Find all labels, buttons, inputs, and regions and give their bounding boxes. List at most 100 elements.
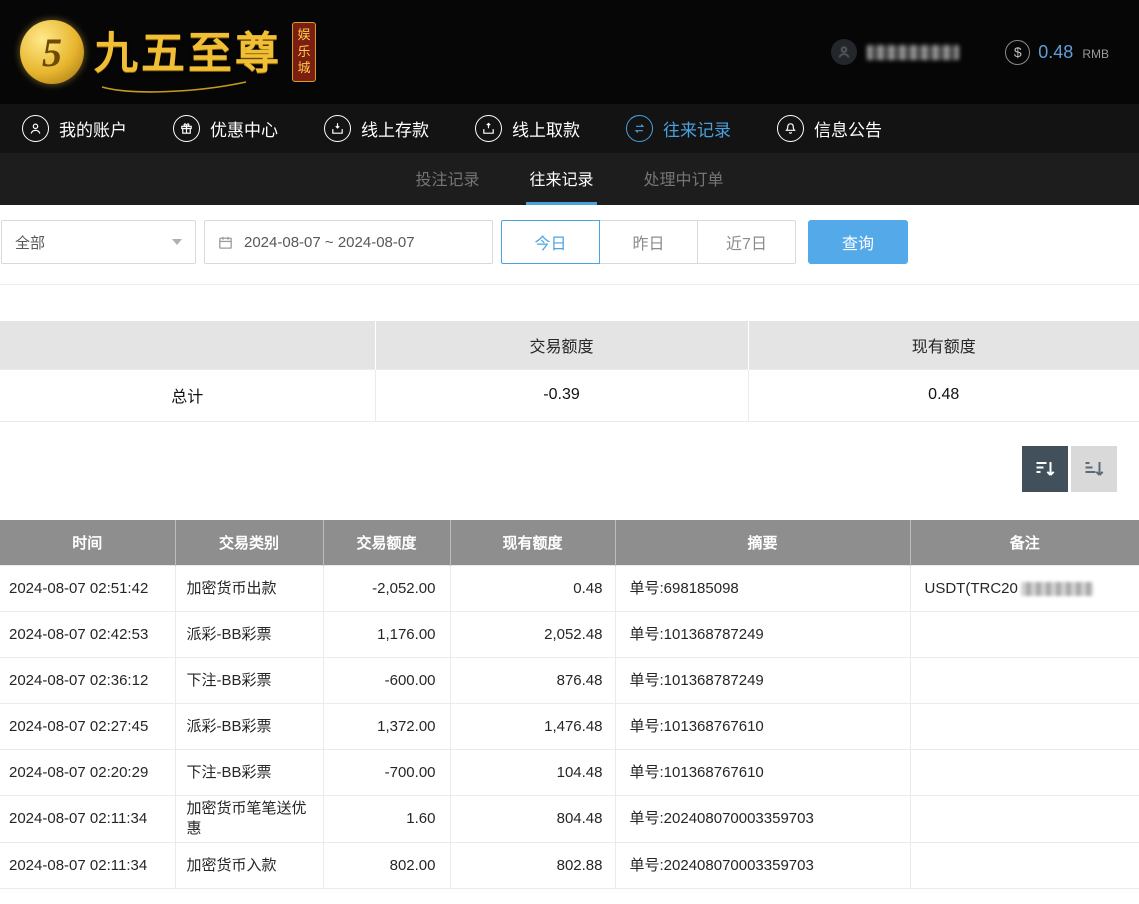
nav-item-withdraw[interactable]: 线上取款 xyxy=(475,115,580,142)
sort-asc-button[interactable] xyxy=(1071,446,1117,492)
remark-redacted xyxy=(1021,582,1093,596)
cell-remark: USDT(TRC20 xyxy=(910,566,1139,612)
cell-time: 2024-08-07 02:36:12 xyxy=(0,658,175,704)
logo-name: 九五至尊 xyxy=(94,29,282,78)
cell-amount: 1,372.00 xyxy=(323,704,450,750)
cell-category: 下注-BB彩票 xyxy=(175,750,323,796)
logo-badge: 娱乐城 xyxy=(292,22,316,83)
nav-item-promotions[interactable]: 优惠中心 xyxy=(173,115,278,142)
nav-item-announcements[interactable]: 信息公告 xyxy=(777,115,882,142)
user-avatar[interactable] xyxy=(831,39,857,65)
table-row: 2024-08-07 02:11:34 加密货币入款 802.00 802.88… xyxy=(0,843,1139,889)
cell-amount: 1.60 xyxy=(323,796,450,843)
cell-time: 2024-08-07 02:11:34 xyxy=(0,843,175,889)
top-header: 5 九五至尊 娱乐城 $ 0.48 RMB xyxy=(0,0,1139,104)
nav-item-label: 线上取款 xyxy=(512,116,580,141)
date-range-input[interactable]: 2024-08-07 ~ 2024-08-07 xyxy=(204,220,493,264)
quick-yesterday-button[interactable]: 昨日 xyxy=(599,220,698,264)
table-row: 2024-08-07 02:51:42 加密货币出款 -2,052.00 0.4… xyxy=(0,566,1139,612)
sort-controls xyxy=(0,422,1139,492)
table-header-row: 时间 交易类别 交易额度 现有额度 摘要 备注 xyxy=(0,520,1139,566)
withdraw-icon xyxy=(475,115,502,142)
summary-section: 交易额度 现有额度 总计 -0.39 0.48 xyxy=(0,321,1139,422)
nav-item-label: 我的账户 xyxy=(59,116,127,141)
cell-amount: -700.00 xyxy=(323,750,450,796)
cell-summary: 单号:101368787249 xyxy=(615,612,910,658)
filter-bar: 全部 2024-08-07 ~ 2024-08-07 今日 昨日 近7日 查询 xyxy=(0,205,1139,285)
cell-category: 派彩-BB彩票 xyxy=(175,612,323,658)
calendar-icon xyxy=(217,234,234,251)
nav-item-records[interactable]: 往来记录 xyxy=(626,115,731,142)
bell-icon xyxy=(777,115,804,142)
cell-remark xyxy=(910,843,1139,889)
sort-desc-button[interactable] xyxy=(1022,446,1068,492)
transfer-records-icon xyxy=(626,115,653,142)
search-button[interactable]: 查询 xyxy=(808,220,908,264)
cell-category: 加密货币入款 xyxy=(175,843,323,889)
logo-coin-icon: 5 xyxy=(20,20,84,84)
summary-header-blank xyxy=(0,321,375,369)
cell-amount: -600.00 xyxy=(323,658,450,704)
cell-balance: 2,052.48 xyxy=(450,612,615,658)
quick-last7days-button[interactable]: 近7日 xyxy=(697,220,796,264)
header-time: 时间 xyxy=(0,520,175,566)
balance-display: $ 0.48 RMB xyxy=(1005,40,1109,65)
type-select-value: 全部 xyxy=(15,232,45,253)
cell-remark xyxy=(910,750,1139,796)
cell-summary: 单号:101368787249 xyxy=(615,658,910,704)
tab-processing-orders[interactable]: 处理中订单 xyxy=(641,153,727,205)
main-nav: 我的账户 优惠中心 线上存款 线上取款 xyxy=(0,104,1139,153)
user-icon xyxy=(22,115,49,142)
cell-time: 2024-08-07 02:11:34 xyxy=(0,796,175,843)
summary-total-row: 总计 -0.39 0.48 xyxy=(0,369,1139,421)
cell-summary: 单号:202408070003359703 xyxy=(615,843,910,889)
remark-text: USDT(TRC20 xyxy=(925,580,1018,597)
table-row: 2024-08-07 02:42:53 派彩-BB彩票 1,176.00 2,0… xyxy=(0,612,1139,658)
quick-today-button[interactable]: 今日 xyxy=(501,220,600,264)
cell-time: 2024-08-07 02:20:29 xyxy=(0,750,175,796)
header-summary: 摘要 xyxy=(615,520,910,566)
nav-item-deposit[interactable]: 线上存款 xyxy=(324,115,429,142)
tab-betting-records[interactable]: 投注记录 xyxy=(412,153,482,205)
nav-item-my-account[interactable]: 我的账户 xyxy=(22,115,127,142)
person-icon xyxy=(836,44,852,60)
tab-transaction-records[interactable]: 往来记录 xyxy=(526,153,596,205)
balance-amount: 0.48 xyxy=(1038,42,1073,63)
username-redacted xyxy=(867,45,959,60)
gift-icon xyxy=(173,115,200,142)
cell-balance: 804.48 xyxy=(450,796,615,843)
type-select[interactable]: 全部 xyxy=(1,220,196,264)
header-category: 交易类别 xyxy=(175,520,323,566)
cell-remark xyxy=(910,612,1139,658)
balance-currency: RMB xyxy=(1082,44,1109,61)
date-range-value: 2024-08-07 ~ 2024-08-07 xyxy=(244,234,415,251)
cell-summary: 单号:101368767610 xyxy=(615,704,910,750)
table-row: 2024-08-07 02:27:45 派彩-BB彩票 1,372.00 1,4… xyxy=(0,704,1139,750)
cell-time: 2024-08-07 02:27:45 xyxy=(0,704,175,750)
summary-total-label: 总计 xyxy=(0,369,375,421)
summary-total-balance: 0.48 xyxy=(748,369,1139,421)
summary-total-amount: -0.39 xyxy=(375,369,748,421)
quick-date-group: 今日 昨日 近7日 xyxy=(501,220,796,264)
cell-category: 加密货币出款 xyxy=(175,566,323,612)
nav-item-label: 信息公告 xyxy=(814,116,882,141)
deposit-icon xyxy=(324,115,351,142)
cell-balance: 876.48 xyxy=(450,658,615,704)
site-logo[interactable]: 5 九五至尊 娱乐城 xyxy=(20,17,316,87)
cell-summary: 单号:698185098 xyxy=(615,566,910,612)
cell-balance: 104.48 xyxy=(450,750,615,796)
nav-item-label: 线上存款 xyxy=(361,116,429,141)
header-amount: 交易额度 xyxy=(323,520,450,566)
summary-header-balance: 现有额度 xyxy=(748,321,1139,369)
cell-balance: 0.48 xyxy=(450,566,615,612)
cell-balance: 1,476.48 xyxy=(450,704,615,750)
table-row: 2024-08-07 02:20:29 下注-BB彩票 -700.00 104.… xyxy=(0,750,1139,796)
cell-amount: -2,052.00 xyxy=(323,566,450,612)
cell-remark xyxy=(910,796,1139,843)
cell-category: 加密货币笔笔送优惠 xyxy=(175,796,323,843)
sort-amount-desc-icon xyxy=(1033,457,1057,481)
cell-summary: 单号:101368767610 xyxy=(615,750,910,796)
record-tabs: 投注记录 往来记录 处理中订单 xyxy=(0,153,1139,205)
cell-amount: 802.00 xyxy=(323,843,450,889)
cell-category: 下注-BB彩票 xyxy=(175,658,323,704)
